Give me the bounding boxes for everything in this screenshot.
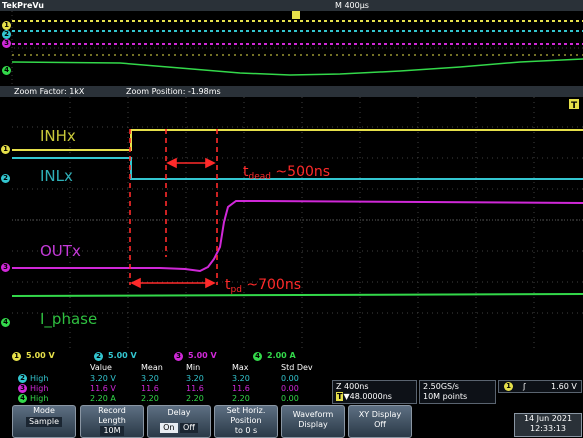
overview-marker-3: 3: [2, 39, 11, 48]
meas-cell: 3.20: [141, 374, 159, 383]
meas-cell: 3.20: [186, 374, 204, 383]
meas-header-value: Value: [90, 363, 112, 372]
horizontal-scale: Z 400ns: [336, 382, 369, 391]
meas-header-stddev: Std Dev: [281, 363, 313, 372]
waveform-display-label: Waveform: [292, 410, 334, 419]
zoom-info-bar: Zoom Factor: 1kX Zoom Position: -1.98ms: [0, 86, 583, 97]
delay-button[interactable]: Delay On Off: [147, 405, 211, 438]
record-length-button[interactable]: Record Length 10M: [80, 405, 144, 438]
mode-label: Mode: [33, 406, 55, 415]
meas-cell: 0.00: [281, 384, 299, 393]
top-status-bar: TekPreVu M 400µs: [0, 0, 583, 11]
channel-2-marker[interactable]: 2: [1, 174, 10, 183]
record-overview: [0, 11, 583, 86]
waveform-display-label-2: Display: [298, 420, 328, 429]
overview-marker-1: 1: [2, 21, 11, 30]
brand-label: TekPreVu: [2, 1, 44, 10]
delay-label: Delay: [167, 408, 191, 417]
delay-on-option[interactable]: On: [160, 423, 178, 433]
meas-cell: 11.6: [141, 384, 159, 393]
meas-header-max: Max: [232, 363, 249, 372]
set-horiz-label-2: Position: [230, 416, 262, 425]
timebase-readout: M 400µs: [335, 1, 369, 10]
meas-cell: 3.20 V: [90, 374, 116, 383]
channel-1-marker[interactable]: 1: [1, 145, 10, 154]
trigger-readout[interactable]: 1 ʃ 1.60 V: [498, 380, 582, 393]
svg-text:T: T: [571, 101, 578, 111]
meas-cell: 2.20: [232, 394, 250, 403]
record-length-label-2: Length: [98, 416, 126, 425]
horizontal-position: T▼48.0000ns: [336, 392, 392, 401]
meas-row-name: High: [30, 374, 49, 383]
zoom-window-marker: [292, 11, 300, 19]
delay-off-option[interactable]: Off: [180, 423, 198, 433]
meas-header-min: Min: [186, 363, 201, 372]
meas-cell: 0.00: [281, 394, 299, 403]
time-label: 12:33:13: [530, 424, 566, 433]
meas-cell: 11.6 V: [90, 384, 116, 393]
set-horiz-label: Set Horiz.: [226, 406, 266, 415]
xy-display-label: XY Display: [358, 410, 402, 419]
overview-marker-2: 2: [2, 30, 11, 39]
meas-cell: 11.6: [232, 384, 250, 393]
meas-cell: 0.00: [281, 374, 299, 383]
mode-button[interactable]: Mode Sample: [12, 405, 76, 438]
meas-row-channel: 2: [18, 374, 27, 383]
acquisition-readout[interactable]: 2.50GS/s 10M points: [419, 380, 496, 404]
trigger-source: 1: [504, 382, 513, 391]
scale-ch3[interactable]: 3 5.00 V: [174, 351, 217, 361]
meas-row-channel: 4: [18, 394, 27, 403]
channel-3-marker[interactable]: 3: [1, 263, 10, 272]
label-inhx: INHx: [40, 127, 76, 145]
record-length-label: Record: [98, 406, 126, 415]
record-length-value: 10M: [100, 426, 124, 436]
measurement-table: Value Mean Min Max Std Dev 2 High 3.20 V…: [0, 362, 332, 404]
meas-header-mean: Mean: [141, 363, 163, 372]
mode-value: Sample: [26, 417, 62, 427]
date-time-display: 14 Jun 2021 12:33:13: [514, 413, 582, 437]
meas-cell: 11.6: [186, 384, 204, 393]
scale-ch2[interactable]: 2 5.00 V: [94, 351, 137, 361]
sample-rate: 2.50GS/s: [423, 382, 459, 391]
meas-row-channel: 3: [18, 384, 27, 393]
zoom-factor: Zoom Factor: 1kX: [14, 87, 85, 96]
xy-display-value: Off: [374, 420, 386, 429]
record-points: 10M points: [423, 392, 468, 401]
scale-ch1[interactable]: 1 5.00 V: [12, 351, 55, 361]
trigger-slope-icon: ʃ: [523, 382, 526, 391]
meas-row-name: High: [30, 384, 49, 393]
set-horiz-label-3: to 0 s: [234, 426, 258, 435]
date-label: 14 Jun 2021: [523, 414, 573, 423]
channel-4-marker[interactable]: 4: [1, 318, 10, 327]
waveform-display-button[interactable]: Waveform Display: [281, 405, 345, 438]
horizontal-readout[interactable]: Z 400ns T▼48.0000ns: [332, 380, 417, 404]
meas-cell: 3.20: [232, 374, 250, 383]
zoom-position: Zoom Position: -1.98ms: [126, 87, 221, 96]
meas-cell: 2.20: [141, 394, 159, 403]
meas-cell: 2.20: [186, 394, 204, 403]
label-inlx: INLx: [40, 167, 73, 185]
label-outx: OUTx: [40, 242, 81, 260]
label-iphase: I_phase: [40, 310, 97, 329]
set-horiz-position-button[interactable]: Set Horiz. Position to 0 s: [214, 405, 278, 438]
zoom-graticule[interactable]: tdead ~500ns tpd ~700ns INHx INLx OUTx I…: [0, 97, 583, 349]
meas-row-name: High: [30, 394, 49, 403]
overview-marker-4: 4: [2, 66, 11, 75]
scale-ch4[interactable]: 4 2.00 A: [253, 351, 296, 361]
xy-display-button[interactable]: XY Display Off: [348, 405, 412, 438]
meas-cell: 2.20 A: [90, 394, 116, 403]
trigger-level: 1.60 V: [551, 382, 577, 391]
